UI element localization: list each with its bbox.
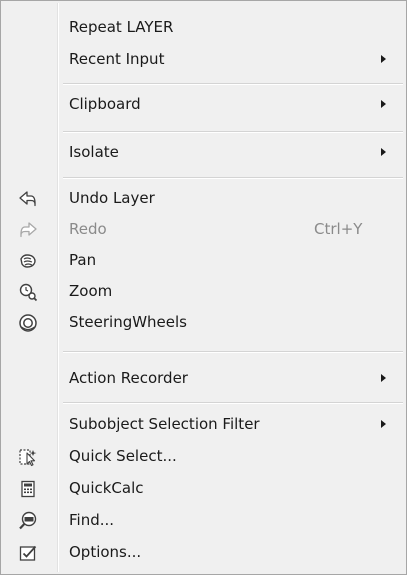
- submenu-arrow-icon: [381, 374, 386, 382]
- menu-item-label: Pan: [69, 251, 97, 269]
- submenu-arrow-icon: [381, 55, 386, 63]
- menu-item-isolate[interactable]: Isolate: [1, 137, 406, 168]
- submenu-arrow-icon: [381, 420, 386, 428]
- menu-item-label: Subobject Selection Filter: [69, 415, 260, 433]
- steering-wheels-icon: [18, 313, 38, 333]
- menu-item-label: Isolate: [69, 143, 119, 161]
- menu-item-repeat-layer[interactable]: Repeat LAYER: [1, 12, 406, 43]
- menu-item-action-recorder[interactable]: Action Recorder: [1, 363, 406, 394]
- menu-item-label: Redo: [69, 220, 107, 238]
- menu-item-label: Quick Select...: [69, 447, 177, 465]
- menu-item-label: Undo Layer: [69, 189, 155, 207]
- undo-arrow-icon: [18, 189, 38, 209]
- menu-separator: [63, 83, 403, 85]
- menu-item-quickcalc[interactable]: QuickCalc: [1, 473, 406, 504]
- menu-item-label: Repeat LAYER: [69, 18, 174, 36]
- menu-item-label: QuickCalc: [69, 479, 144, 497]
- context-menu: Repeat LAYER Recent Input Clipboard Isol…: [0, 0, 407, 575]
- menu-item-steering-wheels[interactable]: SteeringWheels: [1, 307, 406, 338]
- menu-item-subobject-selection-filter[interactable]: Subobject Selection Filter: [1, 409, 406, 440]
- submenu-arrow-icon: [381, 100, 386, 108]
- menu-item-label: SteeringWheels: [69, 313, 188, 331]
- menu-item-label: Find...: [69, 511, 115, 529]
- menu-item-redo[interactable]: Redo Ctrl+Y: [1, 214, 406, 245]
- menu-item-label: Action Recorder: [69, 369, 188, 387]
- menu-separator: [63, 177, 403, 179]
- quick-select-icon: [18, 447, 38, 467]
- menu-item-pan[interactable]: Pan: [1, 245, 406, 276]
- menu-item-label: Zoom: [69, 282, 113, 300]
- zoom-icon: [18, 282, 38, 302]
- find-icon: [18, 511, 38, 531]
- menu-item-undo-layer[interactable]: Undo Layer: [1, 183, 406, 214]
- menu-item-label: Options...: [69, 543, 142, 561]
- menu-separator: [63, 402, 403, 404]
- calculator-icon: [18, 479, 38, 499]
- menu-item-quick-select[interactable]: Quick Select...: [1, 441, 406, 472]
- shortcut-text: Ctrl+Y: [314, 220, 363, 238]
- menu-item-zoom[interactable]: Zoom: [1, 276, 406, 307]
- menu-item-find[interactable]: Find...: [1, 505, 406, 536]
- redo-arrow-icon: [18, 220, 38, 240]
- menu-separator: [63, 351, 403, 353]
- submenu-arrow-icon: [381, 148, 386, 156]
- options-checkbox-icon: [18, 543, 38, 563]
- menu-separator: [63, 131, 403, 133]
- menu-item-clipboard[interactable]: Clipboard: [1, 89, 406, 120]
- menu-item-recent-input[interactable]: Recent Input: [1, 44, 406, 75]
- pan-hand-icon: [18, 251, 38, 271]
- menu-item-label: Recent Input: [69, 50, 165, 68]
- menu-item-options[interactable]: Options...: [1, 537, 406, 568]
- menu-item-label: Clipboard: [69, 95, 141, 113]
